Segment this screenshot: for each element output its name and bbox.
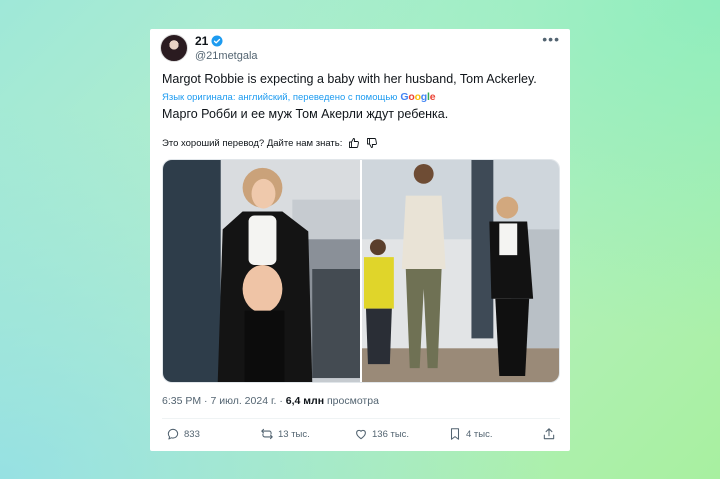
views-label: просмотра: [326, 395, 379, 407]
action-bar: 833 13 тыс. 136 тыс. 4 тыс.: [162, 427, 560, 445]
share-icon: [543, 428, 555, 440]
repost-button[interactable]: 13 тыс.: [260, 427, 310, 441]
bookmark-count: 4 тыс.: [466, 428, 493, 440]
tweet-time[interactable]: 6:35 PM: [162, 395, 201, 407]
verified-icon: [211, 35, 223, 47]
more-icon[interactable]: •••: [542, 32, 560, 46]
tweet-header: 21 @21metgala •••: [160, 32, 560, 64]
author-name-row: 21: [195, 34, 223, 48]
translated-text: Марго Робби и ее муж Том Акерли ждут реб…: [162, 107, 449, 121]
divider: [162, 418, 560, 419]
like-count: 136 тыс.: [372, 428, 410, 440]
bookmark-button[interactable]: 4 тыс.: [448, 427, 493, 441]
translation-note-text[interactable]: Язык оригинала: английский, переведено с…: [162, 92, 397, 103]
photo-right-image: [362, 160, 559, 382]
like-button[interactable]: 136 тыс.: [354, 427, 409, 441]
reply-icon: [167, 428, 179, 440]
reply-count: 833: [184, 428, 200, 440]
translation-note: Язык оригинала: английский, переведено с…: [162, 91, 436, 103]
feedback-prompt: Это хороший перевод? Дайте нам знать:: [162, 137, 343, 149]
avatar[interactable]: [160, 34, 188, 62]
thumbs-up-icon[interactable]: [348, 137, 360, 149]
reply-button[interactable]: 833: [166, 427, 200, 441]
like-icon: [356, 429, 366, 440]
photo-right[interactable]: [362, 160, 559, 382]
photo-left-image: [163, 160, 360, 382]
author-handle[interactable]: @21metgala: [195, 50, 258, 62]
repost-icon: [261, 428, 273, 440]
tweet-media[interactable]: [162, 159, 560, 383]
tweet-date[interactable]: 7 июл. 2024 г.: [210, 395, 276, 407]
repost-count: 13 тыс.: [278, 428, 310, 440]
share-button[interactable]: [542, 427, 556, 441]
bookmark-icon: [450, 428, 460, 440]
photo-left[interactable]: [163, 160, 360, 382]
tweet-card: 21 @21metgala ••• Margot Robbie is expec…: [150, 29, 570, 451]
tweet-meta: 6:35 PM · 7 июл. 2024 г. · 6,4 млн просм…: [162, 395, 379, 407]
tweet-text: Margot Robbie is expecting a baby with h…: [162, 72, 537, 86]
translation-feedback: Это хороший перевод? Дайте нам знать:: [162, 137, 378, 149]
author-name[interactable]: 21: [195, 34, 208, 48]
google-logo: Google: [400, 91, 436, 103]
views-count: 6,4 млн: [285, 395, 325, 407]
thumbs-down-icon[interactable]: [366, 137, 378, 149]
